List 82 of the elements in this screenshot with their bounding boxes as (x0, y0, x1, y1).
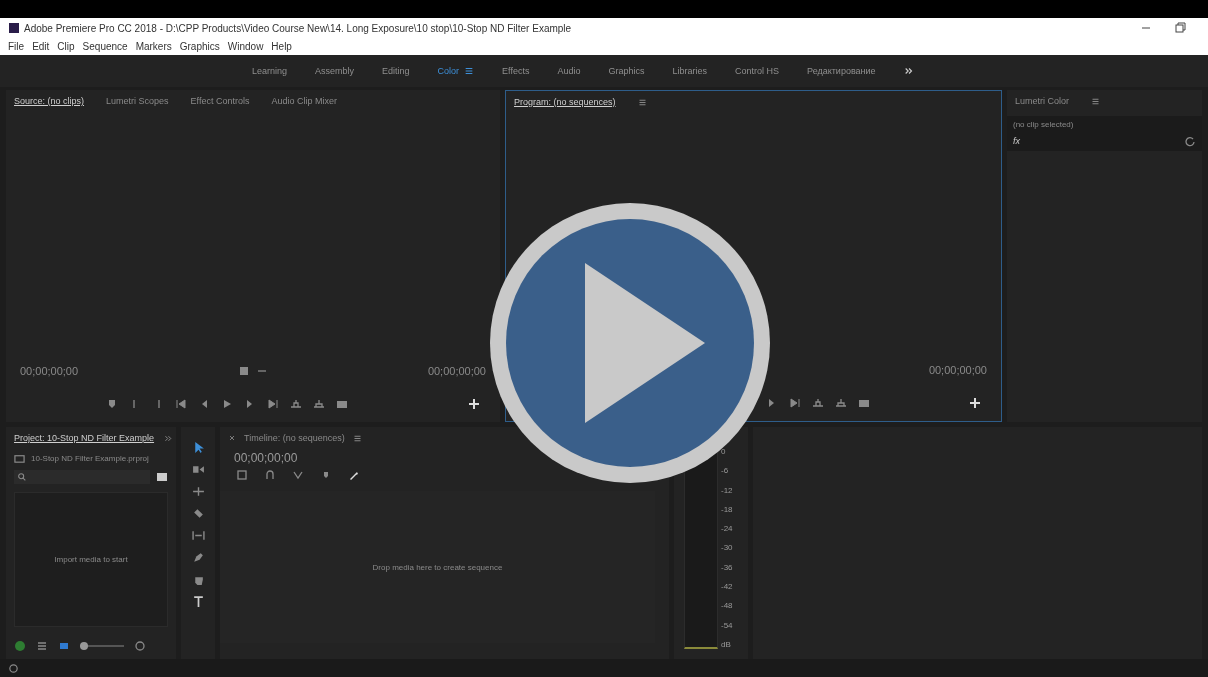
workspace-tab[interactable]: Assembly (315, 66, 355, 76)
list-view-icon[interactable] (36, 640, 48, 652)
menu-item[interactable]: Help (271, 41, 292, 52)
search-icon (17, 472, 27, 482)
panel-tab[interactable]: Timeline: (no sequences) (244, 433, 345, 443)
scale-label: -30 (721, 543, 733, 553)
pen-icon[interactable] (191, 551, 205, 564)
panel-tab[interactable]: Source: (no clips) (14, 96, 85, 106)
reset-icon[interactable] (1184, 135, 1196, 147)
panel-tab[interactable]: Project: 10-Stop ND Filter Example (14, 433, 155, 443)
restore-icon[interactable] (1174, 22, 1186, 34)
camera-icon[interactable] (858, 397, 870, 409)
slip-icon[interactable] (191, 529, 205, 542)
window-title: Adobe Premiere Pro CC 2018 - D:\CPP Products\Video Course New\14. Long Exposure\10 stop\10-Stop ND Filter Example (24, 22, 573, 34)
workspace-tab[interactable]: Learning (252, 66, 288, 76)
workspace-tab[interactable]: Color (437, 66, 475, 76)
scale-label: -54 (721, 620, 733, 630)
status-icon (8, 662, 19, 674)
search-field[interactable] (14, 470, 150, 484)
plus-icon[interactable] (468, 398, 480, 410)
menu-icon[interactable] (1091, 96, 1101, 106)
workspace-tab[interactable]: Libraries (672, 66, 707, 76)
menu-item[interactable]: Sequence (82, 41, 128, 52)
scale-label: -18 (721, 504, 733, 514)
chevrons-icon[interactable] (903, 66, 914, 76)
timecode: 00;00;00;00 (427, 365, 486, 377)
workspace-tab[interactable]: Редактирование (807, 66, 876, 76)
workspace-tab[interactable]: Audio (557, 66, 581, 76)
file-name: 10-Stop ND Filter Example.prproj (31, 454, 149, 463)
camera-icon[interactable] (336, 398, 348, 410)
menu-item[interactable]: File (8, 41, 25, 52)
panel-tab[interactable]: Lumetri Color (1015, 96, 1070, 106)
icon-view-icon[interactable] (58, 640, 70, 652)
go-to-out-icon[interactable] (267, 398, 279, 410)
scale-label: -6 (721, 466, 730, 476)
fx-label: fx (1013, 136, 1020, 146)
scale-label: dB (721, 639, 732, 649)
menu-icon[interactable] (637, 97, 647, 107)
menu-icon[interactable] (464, 66, 475, 76)
workspace-tab[interactable]: Graphics (608, 66, 645, 76)
menu-item[interactable]: Graphics (179, 41, 220, 52)
close-icon[interactable] (228, 434, 236, 442)
scale-label: -42 (721, 582, 733, 592)
menu-icon[interactable] (352, 433, 362, 443)
menu-item[interactable]: Window (227, 41, 264, 52)
menu-item[interactable]: Edit (32, 41, 50, 52)
ripple-edit-icon[interactable] (191, 485, 205, 498)
go-to-in-icon[interactable] (175, 398, 187, 410)
type-tool-icon[interactable] (191, 595, 205, 608)
slider-thumb[interactable] (80, 642, 89, 650)
menu-item[interactable]: Clip (57, 41, 75, 52)
nest-icon[interactable] (236, 469, 248, 481)
timecode: 00;00;00;00 (928, 364, 987, 376)
new-bin-icon[interactable] (156, 471, 168, 483)
empty-message: Import media to start (54, 555, 128, 564)
menu-item[interactable]: Markers (135, 41, 172, 52)
app-icon (8, 22, 20, 34)
scale-label: -24 (721, 524, 733, 534)
clip-label: (no clip selected) (1013, 120, 1075, 129)
snap-icon[interactable] (264, 469, 276, 481)
go-to-out-icon[interactable] (789, 397, 801, 409)
marker-icon[interactable] (106, 398, 118, 410)
razor-icon[interactable] (191, 507, 205, 520)
bin-icon (14, 453, 25, 464)
scale-label: -48 (721, 601, 733, 611)
workspace-tab[interactable]: Effects (502, 66, 530, 76)
clip-icon[interactable] (238, 365, 250, 377)
timecode: 00;00;00;00 (20, 365, 79, 377)
workspace-tab[interactable]: Editing (382, 66, 410, 76)
track-select-icon[interactable] (191, 463, 205, 476)
timecode: 00;00;00;00 (233, 450, 299, 467)
scale-label: -36 (721, 562, 733, 572)
panel-tab[interactable]: Lumetri Scopes (106, 96, 169, 106)
panel-tab[interactable]: Audio Clip Mixer (271, 96, 337, 106)
plus-icon[interactable] (969, 397, 981, 409)
panel-tab[interactable]: Effect Controls (190, 96, 250, 106)
empty-message: Drop media here to create sequence (372, 562, 503, 572)
scale-label: 0 (721, 447, 727, 456)
panel-tab[interactable]: Program: (no sequences) (514, 97, 616, 107)
workspace-tab[interactable]: Control HS (735, 66, 780, 76)
scale-label: -12 (721, 485, 733, 495)
play-icon[interactable] (221, 398, 233, 410)
